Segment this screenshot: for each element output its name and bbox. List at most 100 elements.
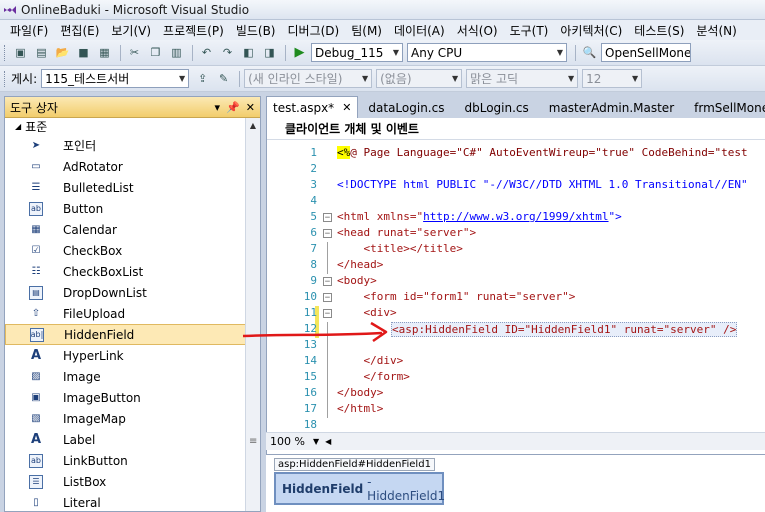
toolbox-header: 도구 상자 ▾ 📌 ✕	[5, 97, 260, 118]
toolbox-item-listbox[interactable]: ☰ ListBox	[5, 471, 260, 492]
paste-icon[interactable]: ▥	[167, 44, 186, 62]
fold-toggle-icon[interactable]: −	[323, 309, 332, 319]
navigate-forward-icon[interactable]: ◨	[260, 44, 279, 62]
client-objects-events-dropdown[interactable]: 클라이언트 개체 및 이벤트	[285, 120, 419, 137]
save-icon[interactable]: ■	[74, 44, 93, 62]
code-editor[interactable]: 클라이언트 개체 및 이벤트 1 <%@ Page Language="C#" A…	[266, 118, 765, 454]
imagemap-icon: ▧	[31, 413, 41, 424]
menu-item[interactable]: 프로젝트(P)	[157, 22, 230, 39]
tag-breadcrumb[interactable]: asp:HiddenField#HiddenField1	[274, 458, 435, 471]
hiddenfield-design-control[interactable]: HiddenField - HiddenField1	[274, 472, 445, 505]
menu-item[interactable]: 데이터(A)	[388, 22, 451, 39]
toolbox-item-bulletedlist[interactable]: ☰ BulletedList	[5, 177, 260, 198]
code-line: 16 </body>	[267, 386, 765, 402]
window-position-icon[interactable]: ▾	[215, 101, 221, 114]
menu-item[interactable]: 팀(M)	[345, 22, 388, 39]
publish-profile-select[interactable]: 115_테스트서버 ▼	[41, 69, 190, 88]
copy-icon[interactable]: ❐	[146, 44, 165, 62]
start-debugging-icon[interactable]: ▶	[290, 44, 309, 62]
zoom-level-select[interactable]: 100 %	[270, 435, 305, 448]
new-project-icon[interactable]: ▣	[11, 44, 30, 62]
toolbar-grip[interactable]	[4, 44, 7, 61]
code-line: 4	[310, 194, 317, 207]
toolbox-item-list: ➤ 포인터 ▭ AdRotator ☰ BulletedList ab Button ▦ Cale…	[5, 135, 260, 512]
toolbox-scrollbar[interactable]: ▲ ≡	[245, 118, 260, 511]
toolbox-item-hiddenfield[interactable]: ab| HiddenField	[5, 324, 260, 345]
toolbox-item-linkbutton[interactable]: ab LinkButton	[5, 450, 260, 471]
font-name-select[interactable]: 맑은 고딕 ▼	[466, 69, 579, 88]
code-area[interactable]: 1 <%@ Page Language="C#" AutoEventWireup=…	[267, 146, 765, 434]
toolbox-item-포인터[interactable]: ➤ 포인터	[5, 135, 260, 156]
toolbox-section-standard[interactable]: ◢ 표준	[5, 118, 260, 135]
menu-item[interactable]: 빌드(B)	[230, 22, 282, 39]
toolbox-item-label: HyperLink	[63, 348, 124, 363]
cut-icon[interactable]: ✂	[125, 44, 144, 62]
editor-navigation-bar[interactable]: 클라이언트 개체 및 이벤트	[267, 118, 765, 140]
menu-item[interactable]: 아키텍처(C)	[554, 22, 628, 39]
toolbox-item-label: Image	[63, 369, 101, 384]
scroll-thumb-grip[interactable]: ≡	[249, 436, 257, 447]
pin-icon[interactable]: 📌	[226, 101, 240, 114]
fold-toggle-icon[interactable]: −	[323, 293, 332, 303]
publish-icon[interactable]: ⇪	[193, 70, 212, 88]
menu-item[interactable]: 보기(V)	[105, 22, 157, 39]
toolbox-item-button[interactable]: ab Button	[5, 198, 260, 219]
standard-toolbar: ▣ ▤ 📂 ■ ▦ ✂ ❐ ▥ ↶ ↷ ◧ ◨ ▶ Debug_115 ▼ Any…	[0, 40, 765, 66]
design-view[interactable]: asp:HiddenField#HiddenField1 HiddenField…	[266, 454, 765, 512]
scroll-up-icon[interactable]: ▲	[246, 118, 260, 133]
fold-toggle-icon[interactable]: −	[323, 229, 332, 239]
font-size-select[interactable]: 12 ▼	[582, 69, 643, 88]
toolbox-item-fileupload[interactable]: ⇧ FileUpload	[5, 303, 260, 324]
toolbox-item-label[interactable]: A Label	[5, 429, 260, 450]
save-all-icon[interactable]: ▦	[95, 44, 114, 62]
navigate-backward-icon[interactable]: ◧	[239, 44, 258, 62]
open-file-icon[interactable]: 📂	[53, 44, 72, 62]
toolbox-item-literal[interactable]: ▯ Literal	[5, 492, 260, 512]
redo-icon[interactable]: ↷	[218, 44, 237, 62]
toolbox-item-hyperlink[interactable]: A HyperLink	[5, 345, 260, 366]
block-format-select[interactable]: (없음) ▼	[376, 69, 463, 88]
solution-configuration-select[interactable]: Debug_115 ▼	[311, 43, 403, 62]
style-select[interactable]: (새 인라인 스타일) ▼	[244, 69, 373, 88]
tab-frmsellmoney-l[interactable]: frmSellMoney_L	[684, 98, 765, 118]
fold-toggle-icon[interactable]: −	[323, 213, 332, 223]
toolbox-item-checkbox[interactable]: ☑ CheckBox	[5, 240, 260, 261]
menu-item[interactable]: 테스트(S)	[628, 22, 690, 39]
menu-item[interactable]: 도구(T)	[504, 22, 555, 39]
add-item-icon[interactable]: ▤	[32, 44, 51, 62]
menu-item[interactable]: 분석(N)	[690, 22, 742, 39]
menu-item[interactable]: 편집(E)	[54, 22, 105, 39]
find-combo[interactable]: OpenSellMoney	[601, 43, 691, 62]
code-line: 7 <title></title>	[267, 242, 765, 258]
menu-item[interactable]: 디버그(D)	[282, 22, 346, 39]
toolbox-item-label: Button	[63, 201, 104, 216]
find-in-files-icon[interactable]: 🔍	[580, 44, 599, 62]
toolbox-item-imagebutton[interactable]: ▣ ImageButton	[5, 387, 260, 408]
menu-item[interactable]: 서식(O)	[451, 22, 504, 39]
chevron-down-icon[interactable]: ▼	[313, 437, 319, 446]
tab-dblogin-cs[interactable]: dbLogin.cs	[454, 98, 538, 118]
publish-settings-icon[interactable]: ✎	[214, 70, 233, 88]
scroll-left-icon[interactable]: ◀	[325, 437, 331, 446]
toolbox-item-adrotator[interactable]: ▭ AdRotator	[5, 156, 260, 177]
code-line: 8 </head>	[267, 258, 765, 274]
toolbox-item-checkboxlist[interactable]: ☷ CheckBoxList	[5, 261, 260, 282]
literal-icon: ▯	[33, 497, 39, 508]
toolbox-item-dropdownlist[interactable]: ▤ DropDownList	[5, 282, 260, 303]
close-tab-icon[interactable]: ✕	[342, 101, 351, 114]
tab-datalogin-cs[interactable]: dataLogin.cs	[358, 98, 454, 118]
code-line: 1 <%@ Page Language="C#" AutoEventWireup=…	[310, 146, 748, 159]
undo-icon[interactable]: ↶	[197, 44, 216, 62]
tab-masteradmin-master[interactable]: masterAdmin.Master	[539, 98, 684, 118]
toolbar-grip[interactable]	[4, 70, 7, 87]
close-icon[interactable]: ✕	[246, 101, 255, 114]
toolbox-item-image[interactable]: ▨ Image	[5, 366, 260, 387]
tab-test-aspx-[interactable]: test.aspx* ✕	[266, 96, 359, 118]
fileupload-icon: ⇧	[31, 308, 41, 319]
menu-item[interactable]: 파일(F)	[4, 22, 54, 39]
fold-toggle-icon[interactable]: −	[323, 277, 332, 287]
solution-platform-select[interactable]: Any CPU ▼	[407, 43, 567, 62]
toolbox-item-calendar[interactable]: ▦ Calendar	[5, 219, 260, 240]
toolbox-item-label: ImageButton	[63, 390, 141, 405]
toolbox-item-imagemap[interactable]: ▧ ImageMap	[5, 408, 260, 429]
